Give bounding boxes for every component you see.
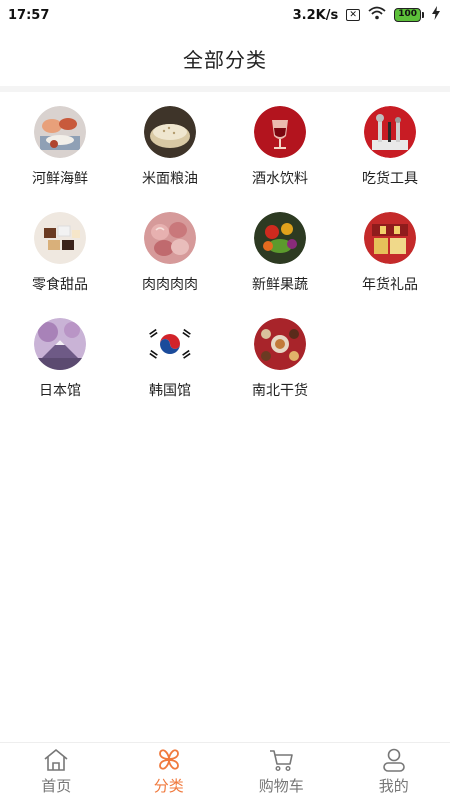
- page-header: 全部分类: [0, 30, 450, 86]
- page-title: 全部分类: [183, 47, 267, 72]
- category-item-vegetables[interactable]: 新鲜果蔬: [225, 212, 335, 294]
- status-bar: 17:57 3.2K/s ✕ 100: [0, 0, 450, 30]
- wifi-icon: [368, 6, 386, 24]
- category-item-korea[interactable]: 韩国馆: [115, 318, 225, 400]
- category-item-grain[interactable]: 米面粮油: [115, 106, 225, 188]
- category-item-gifts[interactable]: 年货礼品: [335, 212, 445, 294]
- category-item-meat[interactable]: 肉肉肉肉: [115, 212, 225, 294]
- category-item-tools[interactable]: 吃货工具: [335, 106, 445, 188]
- battery-tip: [422, 12, 424, 18]
- category-label: 南北干货: [252, 383, 308, 399]
- category-item-seafood[interactable]: 河鲜海鲜: [5, 106, 115, 188]
- grain-icon: [144, 106, 196, 158]
- header-divider: [0, 86, 450, 92]
- battery-level: 100: [394, 8, 421, 22]
- snacks-icon: [34, 212, 86, 264]
- dried-goods-icon: [254, 318, 306, 370]
- tab-home[interactable]: 首页: [1, 747, 111, 796]
- tab-category-label: 分类: [153, 777, 184, 795]
- bottom-tab-bar: 首页 分类 购物车 我的: [0, 742, 450, 800]
- category-icon: [155, 747, 183, 773]
- vegetables-icon: [254, 212, 306, 264]
- korea-flag-icon: [144, 318, 196, 370]
- meat-icon: [144, 212, 196, 264]
- tab-category[interactable]: 分类: [114, 747, 224, 796]
- category-label: 年货礼品: [362, 277, 418, 293]
- status-time: 17:57: [8, 7, 50, 23]
- category-label: 新鲜果蔬: [252, 277, 308, 293]
- category-label: 零食甜品: [32, 277, 88, 293]
- category-label: 河鲜海鲜: [32, 171, 88, 187]
- status-indicators: 3.2K/s ✕ 100: [293, 6, 440, 24]
- category-label: 日本馆: [39, 383, 81, 399]
- category-label: 肉肉肉肉: [142, 277, 198, 293]
- battery-indicator: 100: [394, 8, 424, 22]
- tools-icon: [364, 106, 416, 158]
- no-sim-icon: ✕: [346, 9, 361, 21]
- seafood-icon: [34, 106, 86, 158]
- category-label: 韩国馆: [149, 383, 191, 399]
- category-label: 吃货工具: [362, 171, 418, 187]
- cart-icon: [267, 747, 295, 773]
- tab-cart[interactable]: 购物车: [226, 747, 336, 796]
- tab-profile[interactable]: 我的: [339, 747, 449, 796]
- charging-icon: [432, 6, 440, 24]
- profile-icon: [380, 747, 408, 773]
- category-item-snacks[interactable]: 零食甜品: [5, 212, 115, 294]
- category-item-japan[interactable]: 日本馆: [5, 318, 115, 400]
- tab-cart-label: 购物车: [258, 777, 304, 795]
- category-item-wine[interactable]: 酒水饮料: [225, 106, 335, 188]
- tab-home-label: 首页: [41, 777, 72, 795]
- gifts-icon: [364, 212, 416, 264]
- tab-profile-label: 我的: [378, 777, 409, 795]
- category-item-dried-goods[interactable]: 南北干货: [225, 318, 335, 400]
- wine-icon: [254, 106, 306, 158]
- category-grid: 河鲜海鲜 米面粮油 酒水饮料 吃货工具 零食甜品 肉肉肉肉 新鲜果蔬 年货礼品 …: [0, 106, 450, 400]
- network-speed: 3.2K/s: [292, 7, 339, 23]
- japan-icon: [34, 318, 86, 370]
- category-label: 米面粮油: [142, 171, 198, 187]
- category-label: 酒水饮料: [252, 171, 308, 187]
- home-icon: [42, 747, 70, 773]
